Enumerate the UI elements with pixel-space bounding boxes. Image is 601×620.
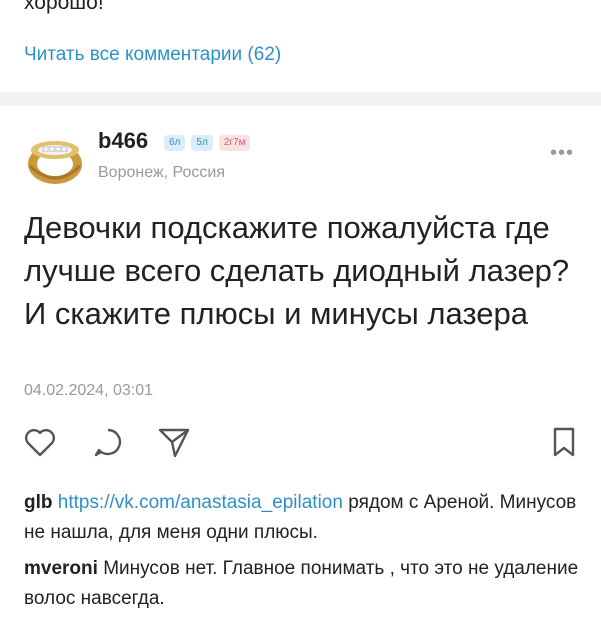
- comment-author[interactable]: mveroni: [24, 558, 98, 579]
- previous-post: хорошо! Читать все комментарии (62): [0, 0, 601, 92]
- comment-item: mveroni Минусов нет. Главное понимать , …: [24, 554, 584, 614]
- post-actions: [0, 424, 601, 464]
- heart-icon[interactable]: [22, 424, 58, 460]
- comment-item: glb https://vk.com/anastasia_epilation р…: [24, 488, 584, 548]
- post-separator: [0, 92, 601, 106]
- more-dots-icon[interactable]: •••: [550, 142, 574, 165]
- post-card: b466 6л 5л 2г7м Воронеж, Россия ••• Дево…: [0, 106, 601, 609]
- post-date: 04.02.2024, 03:01: [24, 382, 154, 399]
- badge-3: 2г7м: [218, 135, 251, 151]
- bookmark-icon[interactable]: [546, 424, 582, 460]
- comment-link[interactable]: https://vk.com/anastasia_epilation: [58, 492, 343, 513]
- previous-comment-text: хорошо!: [24, 0, 104, 14]
- speech-bubble-icon[interactable]: [90, 424, 126, 460]
- send-icon[interactable]: [156, 424, 192, 460]
- comment-text: Минусов нет. Главное понимать , что это …: [24, 558, 579, 609]
- author-badges: 6л 5л 2г7м: [164, 135, 251, 151]
- badge-1: 6л: [164, 135, 186, 151]
- read-all-comments-link[interactable]: Читать все комментарии (62): [24, 44, 281, 66]
- avatar[interactable]: [22, 128, 88, 194]
- comments-preview: glb https://vk.com/anastasia_epilation р…: [24, 488, 584, 620]
- comment-author[interactable]: glb: [24, 492, 53, 513]
- post-author-username[interactable]: b466: [98, 128, 148, 154]
- post-body-text: Девочки подскажите пожалуйста где лучше …: [24, 210, 570, 331]
- badge-2: 5л: [191, 135, 213, 151]
- author-location: Воронеж, Россия: [98, 164, 225, 181]
